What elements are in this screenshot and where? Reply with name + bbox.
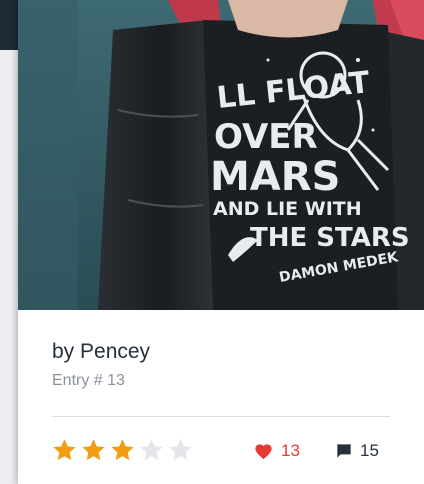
comment-count: 15	[360, 441, 379, 460]
comment-button[interactable]: 15	[336, 441, 379, 461]
star-icon[interactable]	[109, 437, 136, 463]
rating-stars[interactable]	[51, 437, 194, 465]
tshirt-photo: LL FLOAT OVER MARS AND LIE WITH THE STAR…	[18, 0, 424, 310]
star-icon[interactable]	[167, 437, 194, 463]
shirt-text-line-3: MARS	[210, 154, 340, 200]
shirt-text-line-5: THE STARS	[250, 223, 410, 253]
like-button[interactable]: 13	[254, 441, 300, 461]
entry-image[interactable]: LL FLOAT OVER MARS AND LIE WITH THE STAR…	[18, 0, 424, 310]
star-icon[interactable]	[80, 437, 107, 463]
shirt-text-line-2: OVER	[214, 117, 318, 157]
heart-icon	[255, 443, 272, 459]
author-name[interactable]: by Pencey	[52, 340, 150, 364]
shirt-text-line-4: AND LIE WITH	[213, 198, 362, 220]
like-count: 13	[281, 441, 300, 460]
entry-number: Entry # 13	[52, 372, 125, 389]
star-icon[interactable]	[138, 437, 165, 463]
divider	[52, 416, 390, 417]
comment-icon	[337, 444, 351, 458]
star-icon[interactable]	[51, 437, 78, 463]
entry-card[interactable]: LL FLOAT OVER MARS AND LIE WITH THE STAR…	[18, 0, 424, 484]
entry-info: by Pencey Entry # 13 13 15	[18, 310, 424, 484]
